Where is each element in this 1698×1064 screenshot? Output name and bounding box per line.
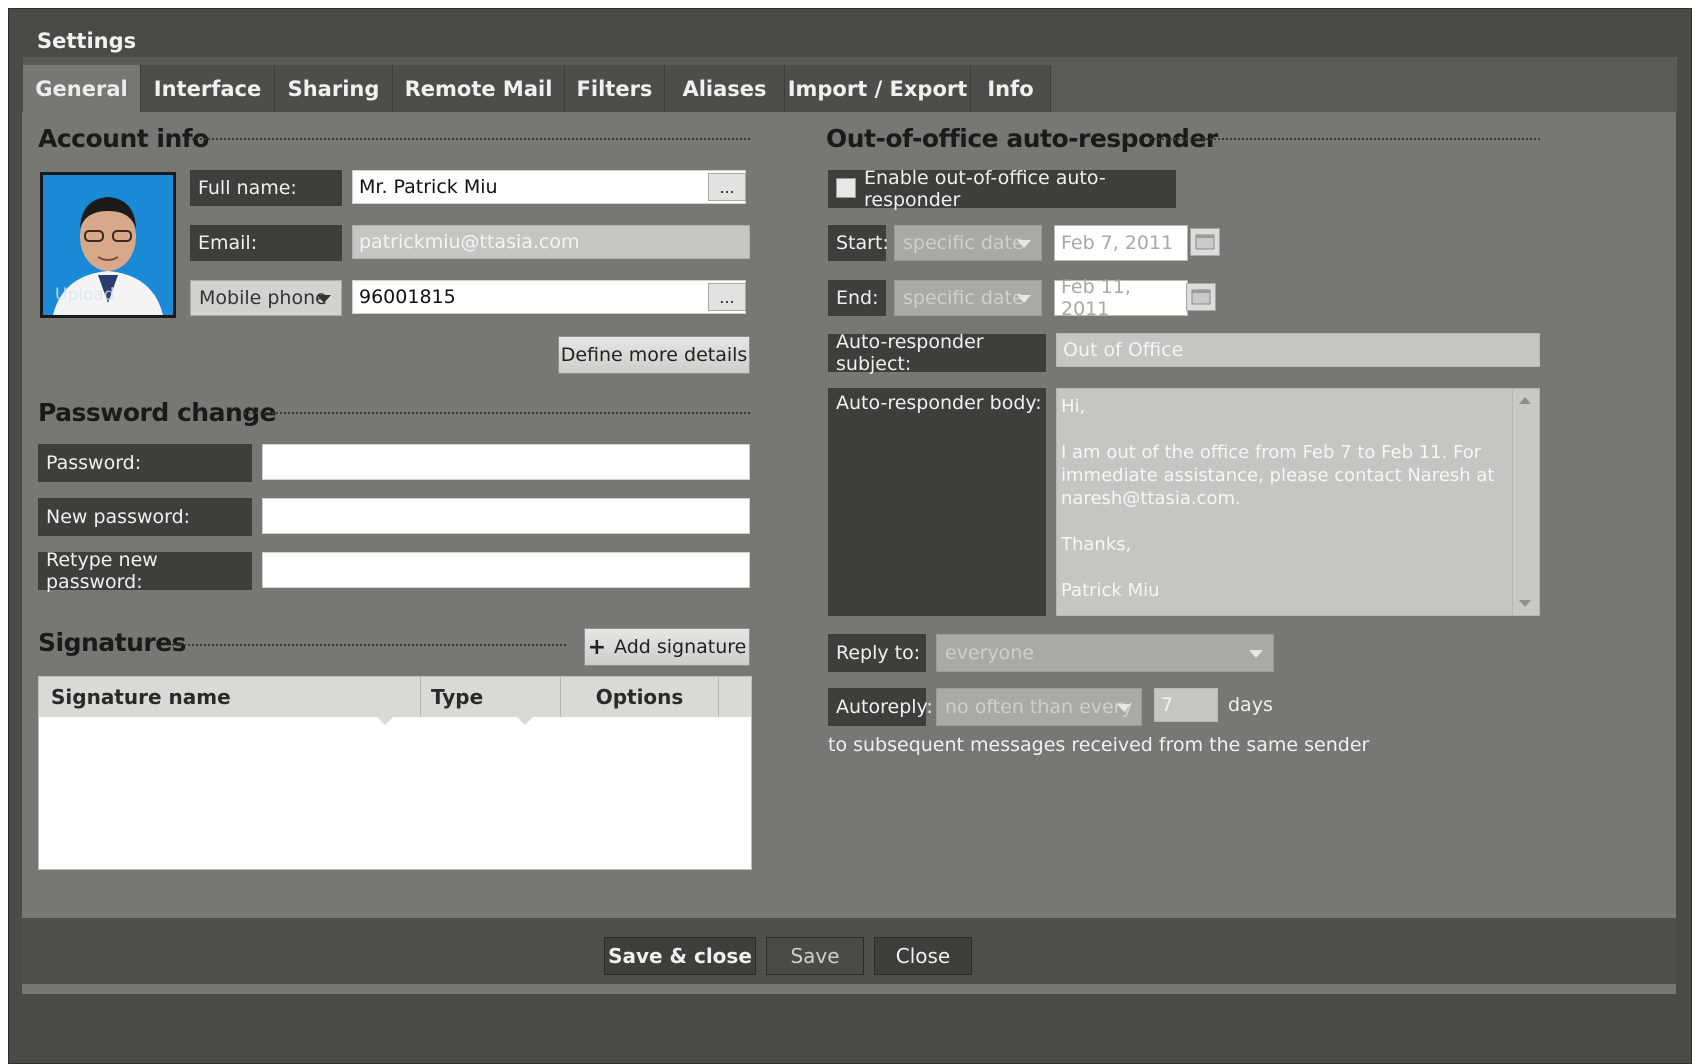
full-name-field[interactable]: Mr. Patrick Miu	[352, 170, 746, 204]
password-change-heading: Password change	[38, 398, 277, 427]
chevron-down-icon	[1017, 240, 1031, 248]
sort-indicator-icon	[517, 717, 533, 725]
start-mode-select: specific date	[894, 225, 1042, 261]
save-close-button[interactable]: Save & close	[604, 937, 756, 975]
scroll-up-icon[interactable]	[1519, 397, 1531, 404]
autoreply-label: Autoreply:	[828, 688, 933, 726]
calendar-icon[interactable]	[1186, 283, 1216, 311]
account-info-heading: Account info	[38, 124, 209, 153]
column-type[interactable]: Type	[421, 677, 561, 717]
email-label: Email:	[190, 225, 342, 261]
enable-ooo-label: Enable out-of-office auto-responder	[864, 167, 1106, 211]
phone-type-value: Mobile phone	[199, 287, 327, 309]
body-label: Auto-responder body:	[828, 388, 1046, 616]
tab-bar: General Interface Sharing Remote Mail Fi…	[23, 57, 1677, 113]
tab-general[interactable]: General	[23, 65, 141, 113]
end-mode-select: specific date	[894, 280, 1042, 316]
full-name-label: Full name:	[190, 170, 342, 206]
start-label: Start:	[828, 225, 889, 261]
add-signature-button[interactable]: + Add signature	[584, 628, 750, 666]
avatar[interactable]: Upload	[40, 172, 176, 318]
general-panel: Account info Upload Full name: Mr. Patri…	[22, 112, 1676, 994]
phone-type-select[interactable]: Mobile phone	[190, 280, 342, 316]
body-line	[1061, 418, 1505, 441]
autoreply-mode-select: no often than every	[936, 688, 1142, 726]
email-field: patrickmiu@ttasia.com	[352, 225, 750, 259]
subsequent-note: to subsequent messages received from the…	[828, 734, 1370, 756]
tab-aliases[interactable]: Aliases	[665, 65, 785, 113]
body-scrollbar[interactable]	[1512, 389, 1539, 615]
password-label: Password:	[38, 444, 252, 482]
table-header: Signature name Type Options	[39, 677, 751, 717]
end-label: End:	[828, 280, 886, 316]
chevron-down-icon	[1017, 295, 1031, 303]
days-label: days	[1228, 694, 1273, 716]
body-line: naresh@ttasia.com.	[1061, 488, 1241, 509]
sort-indicator-icon	[377, 717, 393, 725]
chevron-down-icon	[1249, 650, 1263, 658]
enable-ooo-checkbox-row[interactable]: Enable out-of-office auto-responder	[828, 167, 1176, 211]
retype-password-field[interactable]	[262, 552, 750, 588]
reply-to-select: everyone	[936, 634, 1274, 672]
divider	[244, 412, 750, 414]
avatar-image: Upload	[43, 175, 173, 315]
save-button[interactable]: Save	[766, 937, 864, 975]
end-mode-value: specific date	[903, 287, 1024, 309]
password-field[interactable]	[262, 444, 750, 480]
end-date-field: Feb 11, 2011	[1054, 276, 1188, 320]
autoreply-mode-value: no often than every	[945, 696, 1133, 718]
tab-interface[interactable]: Interface	[141, 65, 275, 113]
body-line	[1061, 510, 1505, 533]
retype-password-label: Retype new password:	[38, 549, 252, 593]
start-date-field: Feb 7, 2011	[1054, 225, 1188, 261]
reply-to-value: everyone	[945, 642, 1035, 664]
phone-more-button[interactable]: ...	[708, 283, 746, 311]
tab-sharing[interactable]: Sharing	[275, 65, 393, 113]
body-line: Hi,	[1061, 396, 1086, 417]
column-signature-name[interactable]: Signature name	[39, 677, 421, 717]
window-title: Settings	[37, 29, 137, 53]
plus-icon: +	[587, 634, 607, 660]
body-line: immediate assistance, please contact Nar…	[1061, 465, 1495, 486]
subject-label: Auto-responder subject:	[828, 331, 1046, 375]
body-line: Patrick Miu	[1061, 580, 1160, 601]
tab-import-export[interactable]: Import / Export	[785, 65, 971, 113]
tab-info[interactable]: Info	[971, 65, 1051, 113]
add-signature-label: Add signature	[614, 636, 747, 658]
new-password-label: New password:	[38, 498, 252, 536]
body-line: I am out of the office from Feb 7 to Feb…	[1061, 442, 1482, 463]
reply-to-label: Reply to:	[828, 634, 926, 672]
signatures-table: Signature name Type Options	[38, 676, 752, 870]
divider	[188, 138, 750, 140]
chevron-down-icon	[1117, 704, 1131, 712]
tab-remote-mail[interactable]: Remote Mail	[393, 65, 565, 113]
enable-ooo-checkbox[interactable]	[836, 178, 856, 198]
close-button[interactable]: Close	[874, 937, 972, 975]
column-options[interactable]: Options	[561, 677, 719, 717]
upload-overlay[interactable]: Upload	[55, 285, 115, 305]
subject-field: Out of Office	[1056, 333, 1540, 367]
chevron-down-icon	[317, 295, 331, 303]
start-mode-value: specific date	[903, 232, 1024, 254]
signatures-heading: Signatures	[38, 628, 187, 657]
body-line: Thanks,	[1061, 534, 1132, 555]
divider	[172, 644, 566, 646]
scroll-down-icon[interactable]	[1519, 600, 1531, 607]
new-password-field[interactable]	[262, 498, 750, 534]
define-more-details-button[interactable]: Define more details	[558, 336, 750, 374]
divider	[1150, 138, 1540, 140]
calendar-icon[interactable]	[1190, 228, 1220, 256]
tab-filters[interactable]: Filters	[565, 65, 665, 113]
phone-field[interactable]: 96001815	[352, 280, 746, 314]
body-field: Hi, I am out of the office from Feb 7 to…	[1056, 388, 1540, 616]
body-line	[1061, 556, 1505, 579]
autoreply-days-field: 7	[1154, 688, 1218, 722]
full-name-more-button[interactable]: ...	[708, 173, 746, 201]
